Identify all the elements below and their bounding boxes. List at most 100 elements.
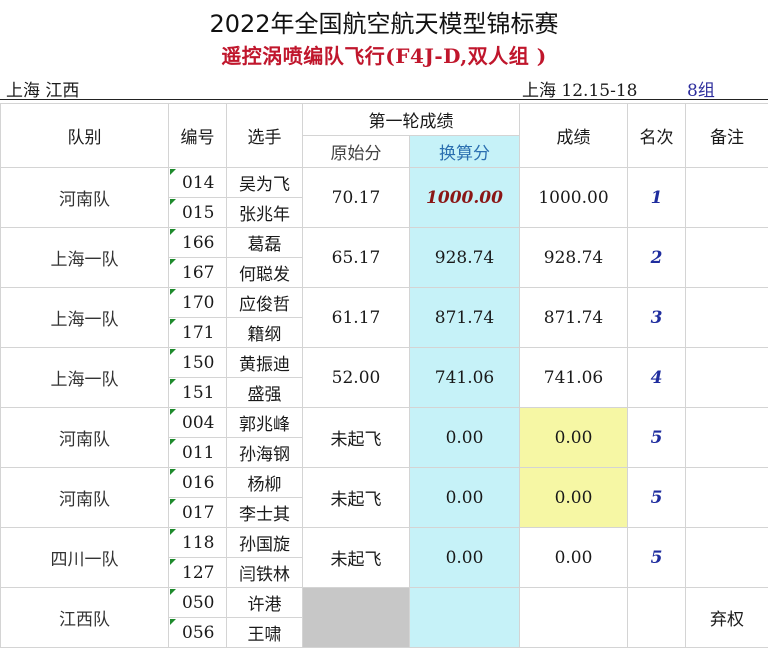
- group-label: 8组: [687, 81, 715, 101]
- table-row: 河南队 004 郭兆峰 未起飞 0.00 0.00 5: [0, 407, 768, 468]
- final-score-cell: 928.74: [519, 227, 628, 288]
- final-score-cell: 741.06: [519, 347, 628, 408]
- remark-cell: [685, 407, 768, 468]
- number-cell: 150: [168, 347, 227, 378]
- converted-score-cell: 928.74: [409, 227, 520, 288]
- raw-score-cell: 未起飞: [302, 467, 410, 528]
- player-cell: 籍纲: [226, 317, 303, 348]
- header-converted: 换算分: [409, 135, 520, 168]
- player-cell: 应俊哲: [226, 287, 303, 318]
- player-cell: 何聪发: [226, 257, 303, 288]
- number-cell: 004: [168, 407, 227, 438]
- number-cell: 166: [168, 227, 227, 258]
- raw-score-cell: 52.00: [302, 347, 410, 408]
- remark-cell: [685, 227, 768, 288]
- converted-score-cell: 0.00: [409, 467, 520, 528]
- raw-score-cell: [302, 587, 410, 648]
- converted-score-cell: 0.00: [409, 407, 520, 468]
- converted-score-cell: 871.74: [409, 287, 520, 348]
- table-row: 上海一队 170 应俊哲 61.17 871.74 871.74 3: [0, 287, 768, 348]
- raw-score-cell: 65.17: [302, 227, 410, 288]
- page-subtitle: 遥控涡喷编队飞行(F4J-D,双人组 ): [221, 44, 547, 68]
- player-cell: 吴为飞: [226, 167, 303, 198]
- remark-cell: [685, 287, 768, 348]
- number-cell: 011: [168, 437, 227, 468]
- header-rank: 名次: [627, 103, 686, 168]
- final-score-cell: 0.00: [519, 467, 628, 528]
- page-title: 2022年全国航空航天模型锦标赛: [209, 10, 559, 38]
- player-cell: 杨柳: [226, 467, 303, 498]
- table-row: 江西队 050 许港 弃权: [0, 587, 768, 648]
- converted-score-cell: 1000.00: [409, 167, 520, 228]
- raw-score-cell: 未起飞: [302, 407, 410, 468]
- raw-score-cell: 61.17: [302, 287, 410, 348]
- number-cell: 170: [168, 287, 227, 318]
- player-cell: 葛磊: [226, 227, 303, 258]
- team-cell: 上海一队: [0, 227, 169, 288]
- player-cell: 闫铁林: [226, 557, 303, 588]
- number-cell: 050: [168, 587, 227, 618]
- location-date: 上海 12.15-18: [522, 81, 638, 101]
- player-cell: 王啸: [226, 617, 303, 648]
- number-cell: 017: [168, 497, 227, 528]
- number-cell: 167: [168, 257, 227, 288]
- player-cell: 郭兆峰: [226, 407, 303, 438]
- converted-score-cell: [409, 587, 520, 648]
- team-cell: 上海一队: [0, 287, 169, 348]
- team-cell: 河南队: [0, 407, 169, 468]
- raw-score-cell: 70.17: [302, 167, 410, 228]
- rank-cell: 5: [627, 467, 686, 528]
- player-cell: 黄振迪: [226, 347, 303, 378]
- divider: [0, 99, 768, 100]
- team-cell: 河南队: [0, 167, 169, 228]
- team-cell: 河南队: [0, 467, 169, 528]
- header-number: 编号: [168, 103, 227, 168]
- rank-cell: 4: [627, 347, 686, 408]
- table-row: 上海一队 166 葛磊 65.17 928.74 928.74 2: [0, 227, 768, 288]
- table-row: 河南队 014 吴为飞 70.17 1000.00 1000.00 1: [0, 167, 768, 228]
- raw-score-cell: 未起飞: [302, 527, 410, 588]
- player-cell: 孙国旋: [226, 527, 303, 558]
- player-cell: 许港: [226, 587, 303, 618]
- table-row: 上海一队 150 黄振迪 52.00 741.06 741.06 4: [0, 347, 768, 408]
- header-raw: 原始分: [302, 135, 410, 168]
- results-table: 队别 编号 选手 第一轮成绩 成绩 名次 备注 原始分 换算分 河南队 014 吴为…: [0, 103, 768, 648]
- team-cell: 四川一队: [0, 527, 169, 588]
- header-score: 成绩: [519, 103, 628, 168]
- remark-cell: 弃权: [685, 587, 768, 648]
- final-score-cell: 871.74: [519, 287, 628, 348]
- rank-cell: [627, 587, 686, 648]
- remark-cell: [685, 167, 768, 228]
- final-score-cell: 0.00: [519, 527, 628, 588]
- number-cell: 016: [168, 467, 227, 498]
- number-cell: 056: [168, 617, 227, 648]
- rank-cell: 2: [627, 227, 686, 288]
- rank-cell: 5: [627, 407, 686, 468]
- team-cell: 上海一队: [0, 347, 169, 408]
- player-cell: 盛强: [226, 377, 303, 408]
- final-score-cell: 0.00: [519, 407, 628, 468]
- remark-cell: [685, 347, 768, 408]
- rank-cell: 3: [627, 287, 686, 348]
- table-row: 河南队 016 杨柳 未起飞 0.00 0.00 5: [0, 467, 768, 528]
- header-player: 选手: [226, 103, 303, 168]
- player-cell: 张兆年: [226, 197, 303, 228]
- header-team: 队别: [0, 103, 169, 168]
- rank-cell: 1: [627, 167, 686, 228]
- team-cell: 江西队: [0, 587, 169, 648]
- final-score-cell: [519, 587, 628, 648]
- number-cell: 118: [168, 527, 227, 558]
- number-cell: 015: [168, 197, 227, 228]
- rank-cell: 5: [627, 527, 686, 588]
- final-score-cell: 1000.00: [519, 167, 628, 228]
- player-cell: 李士其: [226, 497, 303, 528]
- header-remark: 备注: [685, 103, 768, 168]
- number-cell: 151: [168, 377, 227, 408]
- converted-score-cell: 0.00: [409, 527, 520, 588]
- remark-cell: [685, 467, 768, 528]
- number-cell: 171: [168, 317, 227, 348]
- remark-cell: [685, 527, 768, 588]
- table-row: 四川一队 118 孙国旋 未起飞 0.00 0.00 5: [0, 527, 768, 588]
- region-info: 上海 江西: [6, 81, 80, 101]
- converted-score-cell: 741.06: [409, 347, 520, 408]
